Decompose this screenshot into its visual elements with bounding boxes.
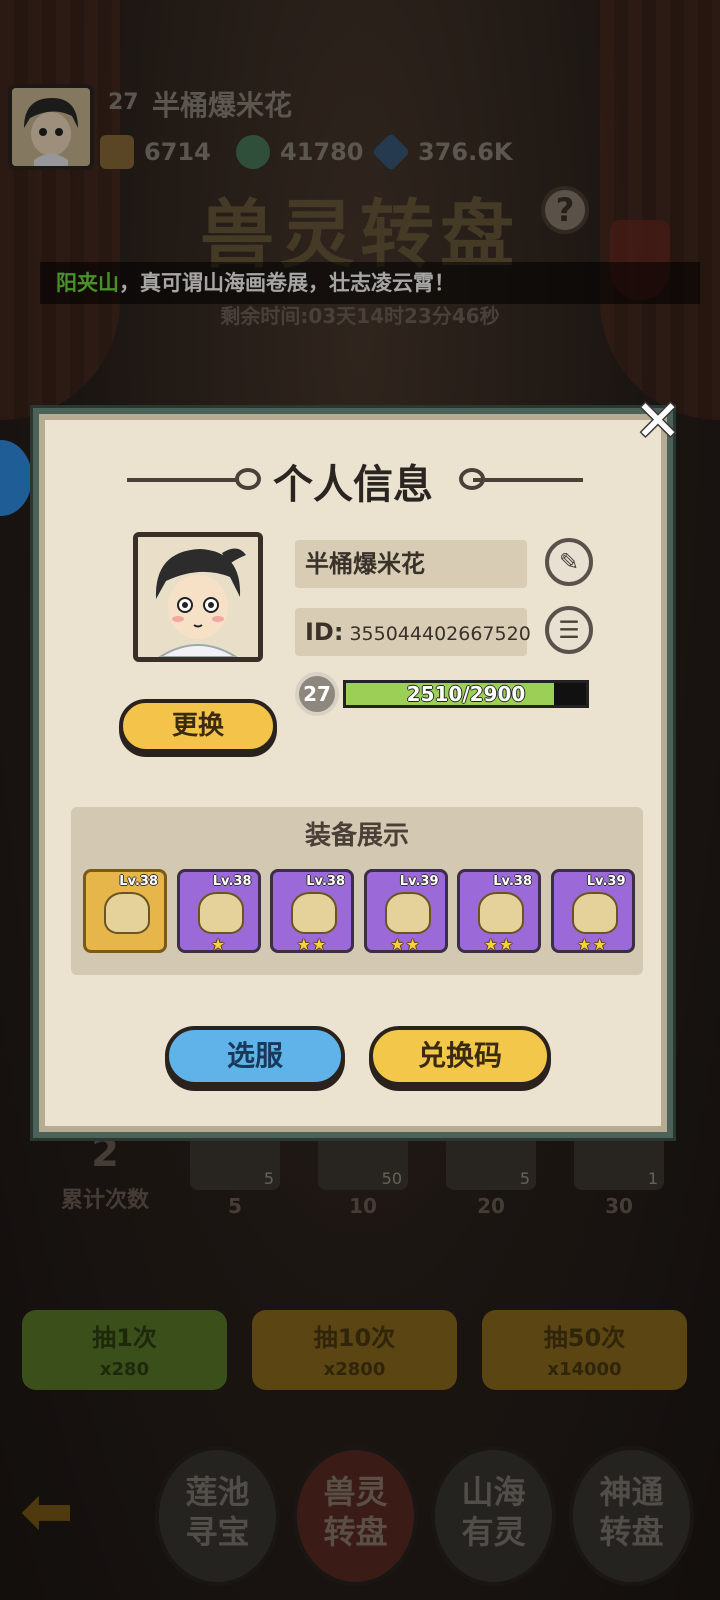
player-level-badge: 27 (295, 672, 339, 716)
select-server-button[interactable]: 选服 (165, 1026, 345, 1086)
equipment-slot[interactable]: Lv.38 ★★ (457, 869, 541, 954)
equipment-item-icon (291, 892, 337, 934)
equipment-item-icon (384, 892, 431, 934)
copy-id-icon[interactable]: ☰ (545, 606, 593, 654)
equipment-list: Lv.38 Lv.38 ★ Lv.38 ★★ Lv.39 ★★ Lv.38 ★★ Lv.39 ★★ (83, 869, 643, 957)
equipment-item-icon (197, 892, 244, 934)
equipment-title: 装备展示 (304, 821, 409, 851)
equipment-slot[interactable]: Lv.39 ★★ (363, 869, 448, 954)
equipment-panel: 装备展示 Lv.38 Lv.38 ★ Lv.38 ★★ Lv.39 ★★ Lv.38 ★★ Lv.… (71, 807, 643, 975)
avatar-portrait-icon (138, 537, 258, 657)
player-id-label: ID: (305, 618, 344, 646)
equipment-stars: ★★ (390, 935, 421, 954)
equipment-item-icon (104, 892, 150, 934)
equipment-stars: ★★ (483, 935, 515, 954)
equipment-level: Lv.39 (399, 874, 439, 889)
equipment-slot[interactable]: Lv.38 ★ (176, 869, 261, 954)
personal-info-dialog: 个人信息 更换 半桶爆米花 ✎ ID: 355044402667520 ☰ 27 … (33, 408, 673, 1138)
equipment-stars: ★★ (296, 935, 328, 954)
equipment-item-icon (478, 892, 524, 934)
player-id-field: ID: 355044402667520 (295, 608, 531, 656)
player-id-value: 355044402667520 (349, 623, 531, 645)
change-avatar-button[interactable]: 更换 (119, 699, 277, 753)
equipment-level: Lv.38 (493, 874, 532, 889)
equipment-item-icon (571, 892, 618, 934)
player-name-field: 半桶爆米花 (295, 540, 527, 588)
equipment-stars: ★ (210, 935, 227, 954)
equipment-level: Lv.38 (306, 874, 345, 889)
equipment-level: Lv.39 (586, 874, 626, 889)
redeem-code-button[interactable]: 兑换码 (369, 1026, 551, 1086)
equipment-slot[interactable]: Lv.38 ★★ (270, 869, 354, 954)
close-icon[interactable]: ✕ (630, 394, 686, 452)
equipment-stars: ★★ (577, 935, 608, 954)
equipment-slot[interactable]: Lv.38 (83, 869, 167, 953)
experience-text: 2510/2900 (406, 682, 526, 706)
equipment-slot[interactable]: Lv.39 ★★ (550, 869, 635, 954)
equipment-level: Lv.38 (212, 874, 252, 889)
player-avatar[interactable] (133, 532, 263, 662)
edit-brush-icon[interactable]: ✎ (545, 538, 593, 586)
equipment-level: Lv.38 (119, 874, 158, 889)
dialog-title: 个人信息 (273, 462, 433, 508)
experience-bar: 2510/2900 (343, 680, 589, 708)
